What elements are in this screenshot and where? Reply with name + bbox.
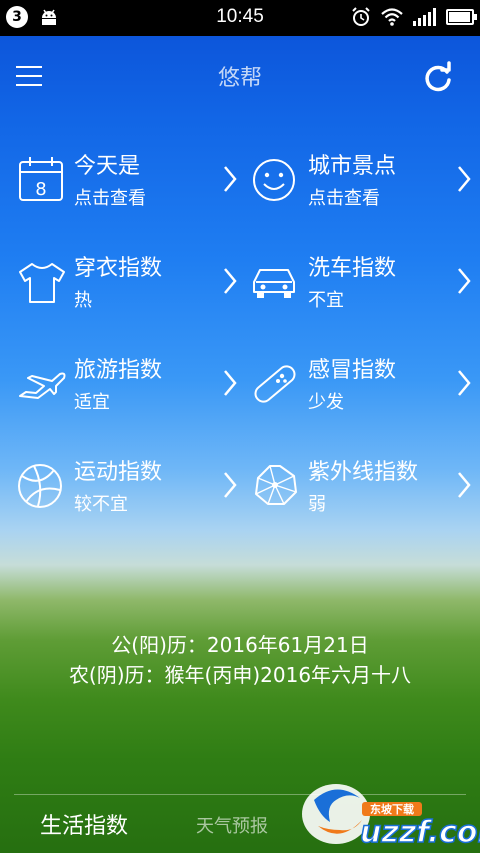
- svg-text:8: 8: [35, 179, 46, 200]
- chevron-right-icon: [458, 370, 471, 396]
- svg-text:uzzf.com: uzzf.com: [360, 815, 480, 850]
- item-name: 城市景点: [308, 154, 397, 179]
- signal-icon: [413, 8, 436, 26]
- item-name: 运动指数: [74, 460, 163, 485]
- lunar-date: 农(阴)历：猴年(丙申)2016年六月十八: [68, 663, 412, 687]
- item-value: 点击查看: [308, 188, 380, 209]
- item-value: 热: [74, 290, 92, 311]
- item-value: 不宜: [308, 290, 344, 311]
- item-carwash-index[interactable]: 洗车指数 不宜: [248, 240, 478, 330]
- item-value: 点击查看: [74, 188, 146, 209]
- car-icon: [253, 269, 295, 298]
- item-name: 紫外线指数: [308, 460, 419, 485]
- item-name: 旅游指数: [74, 358, 163, 383]
- item-value: 少发: [308, 392, 344, 413]
- item-today[interactable]: 8 今天是 点击查看: [14, 138, 244, 228]
- item-city-sights[interactable]: 城市景点 点击查看: [248, 138, 478, 228]
- pill-icon: [254, 365, 296, 403]
- tab-life-index[interactable]: 生活指数: [40, 808, 128, 840]
- date-info: 公(阳)历：2016年61月21日 农(阴)历：猴年(丙申)2016年六月十八: [0, 630, 480, 690]
- item-name: 穿衣指数: [74, 256, 163, 281]
- smiley-icon: [253, 159, 295, 201]
- airplane-icon: [19, 372, 66, 399]
- chevron-right-icon: [458, 268, 471, 294]
- item-cold-index[interactable]: 感冒指数 少发: [248, 342, 478, 432]
- chevron-right-icon: [458, 166, 471, 192]
- alarm-icon: [352, 7, 370, 26]
- chevron-right-icon: [224, 166, 237, 192]
- item-dressing-index[interactable]: 穿衣指数 热: [14, 240, 244, 330]
- status-bar: 3 10:45: [0, 0, 480, 36]
- refresh-icon[interactable]: [420, 60, 456, 96]
- item-value: 弱: [308, 494, 326, 515]
- calendar-icon: 8: [19, 157, 63, 201]
- chevron-right-icon: [224, 472, 237, 498]
- page-title: 悠帮: [217, 66, 262, 91]
- app-header: 悠帮: [0, 36, 480, 116]
- watermark-logo: 东坡下载 uzzf.com: [302, 784, 480, 850]
- wifi-icon: [381, 8, 403, 26]
- chevron-right-icon: [458, 472, 471, 498]
- item-value: 较不宜: [74, 494, 128, 515]
- item-name: 洗车指数: [308, 256, 397, 281]
- tab-weather-forecast[interactable]: 天气预报: [196, 812, 268, 838]
- svg-text:东坡下载: 东坡下载: [370, 802, 414, 816]
- chevron-right-icon: [224, 370, 237, 396]
- item-travel-index[interactable]: 旅游指数 适宜: [14, 342, 244, 432]
- basketball-icon: [18, 464, 62, 508]
- item-name: 感冒指数: [308, 358, 397, 383]
- umbrella-sun-icon: [255, 465, 297, 505]
- tshirt-icon: [19, 263, 65, 303]
- item-name: 今天是: [74, 154, 141, 179]
- battery-icon: [446, 9, 477, 25]
- item-sport-index[interactable]: 运动指数 较不宜: [14, 444, 244, 534]
- chevron-right-icon: [224, 268, 237, 294]
- solar-date: 公(阳)历：2016年61月21日: [111, 633, 369, 657]
- item-uv-index[interactable]: 紫外线指数 弱: [248, 444, 478, 534]
- item-value: 适宜: [74, 392, 110, 413]
